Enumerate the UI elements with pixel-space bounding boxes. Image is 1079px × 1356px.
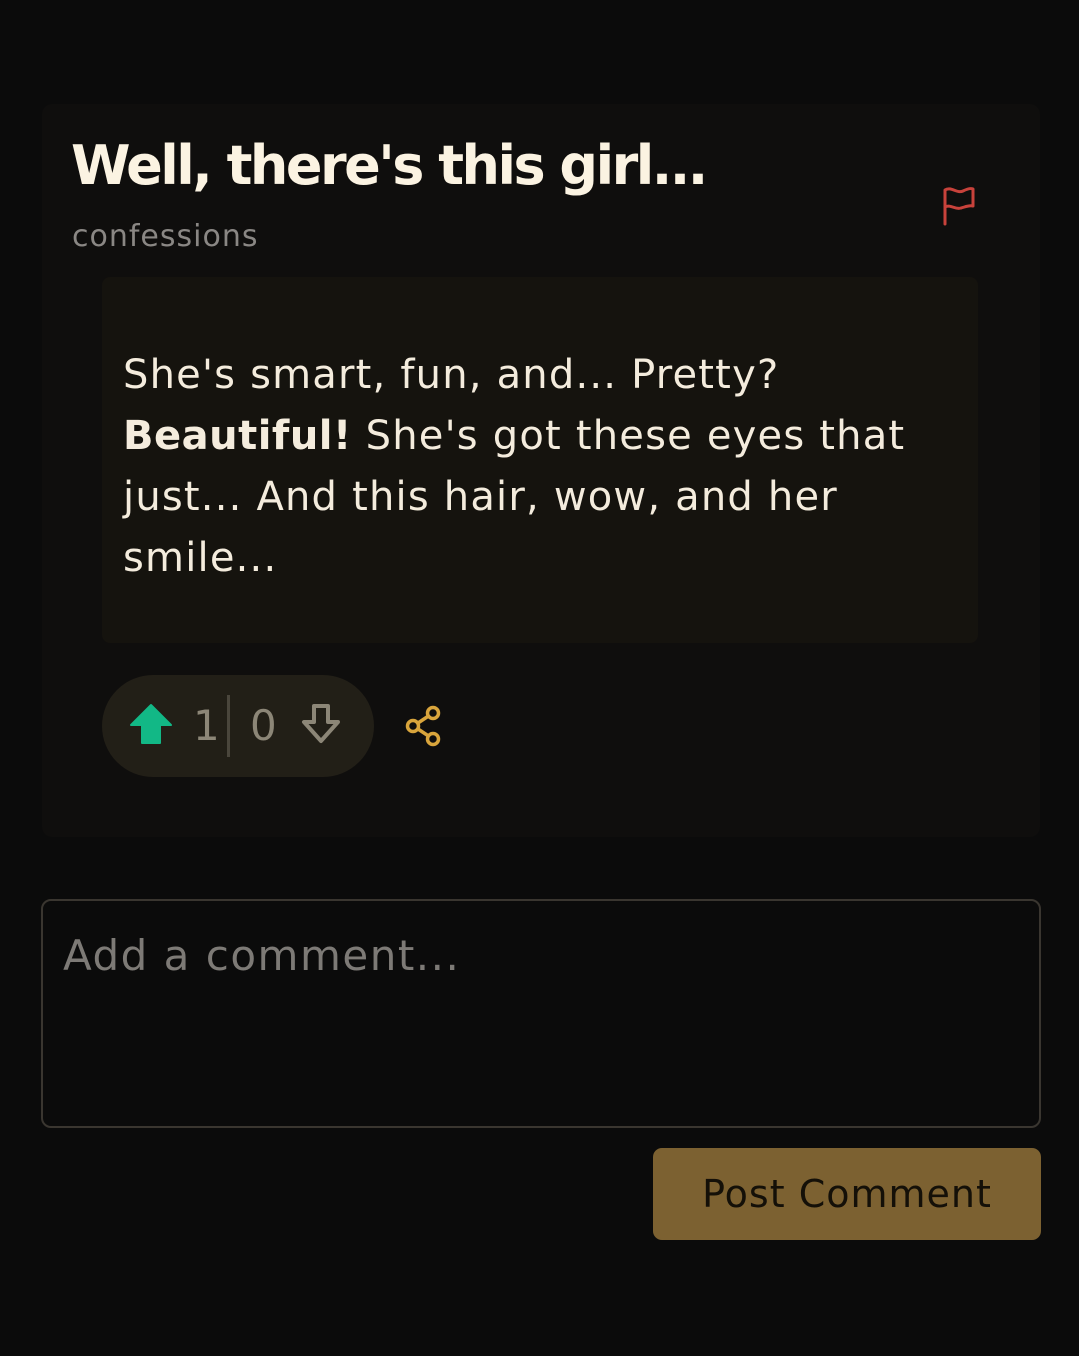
- comment-input[interactable]: [41, 899, 1041, 1128]
- vote-divider: [227, 695, 230, 757]
- flag-icon: [943, 187, 975, 226]
- post-body-text: She's smart, fun, and... Pretty? Beautif…: [123, 345, 956, 589]
- upvote-count: 1: [193, 701, 220, 750]
- downvote-icon[interactable]: [298, 701, 344, 747]
- downvote-count: 0: [250, 701, 277, 750]
- report-button[interactable]: [938, 184, 980, 228]
- post-comment-button[interactable]: Post Comment: [653, 1148, 1041, 1240]
- post-card: Well, there's this girl... confessions S…: [42, 104, 1040, 837]
- post-category[interactable]: confessions: [72, 219, 258, 254]
- post-body: She's smart, fun, and... Pretty? Beautif…: [102, 277, 978, 643]
- share-icon[interactable]: [402, 704, 446, 748]
- upvote-icon[interactable]: [128, 701, 174, 747]
- post-title: Well, there's this girl...: [71, 134, 708, 197]
- post-body-emphasis: Beautiful!: [123, 413, 352, 459]
- vote-control: 1 0: [102, 675, 374, 777]
- post-page: Well, there's this girl... confessions S…: [0, 0, 1079, 1356]
- post-body-part1: She's smart, fun, and... Pretty?: [123, 352, 780, 398]
